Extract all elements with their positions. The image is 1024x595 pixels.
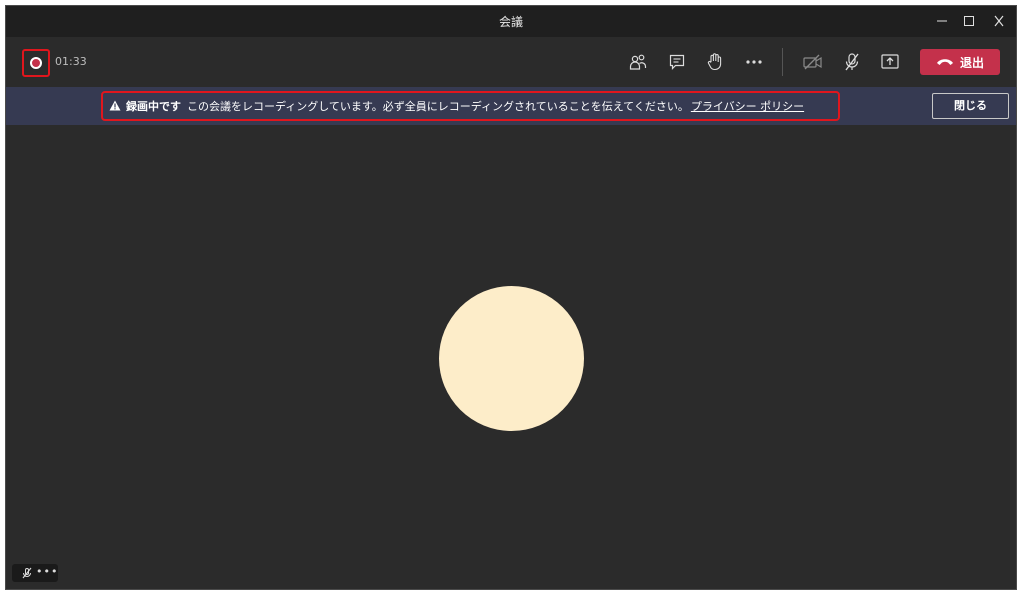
banner-message: 録画中です この会議をレコーディングしています。必ず全員にレコーディングされている… bbox=[109, 98, 804, 114]
self-video-tile[interactable]: ••• bbox=[12, 564, 58, 582]
window-title: 会議 bbox=[498, 15, 523, 29]
hang-up-icon bbox=[937, 59, 953, 65]
recording-label: 録画中です bbox=[126, 100, 181, 113]
participants-icon[interactable] bbox=[626, 50, 650, 74]
toolbar-divider bbox=[782, 48, 783, 76]
chat-icon[interactable] bbox=[665, 50, 689, 74]
recording-message: この会議をレコーディングしています。必ず全員にレコーディングされていることを伝え… bbox=[187, 100, 689, 113]
minimize-icon[interactable] bbox=[931, 11, 953, 31]
mic-off-icon bbox=[22, 567, 32, 579]
participant-avatar bbox=[439, 286, 584, 431]
recording-indicator bbox=[22, 49, 50, 77]
meeting-window: 会議 01:33 退出 録画中です この会議をレコーディングしています。必ず全員… bbox=[5, 5, 1017, 590]
mic-off-icon[interactable] bbox=[840, 50, 864, 74]
raise-hand-icon[interactable] bbox=[703, 50, 727, 74]
more-options-icon: ••• bbox=[36, 565, 59, 578]
warning-icon bbox=[109, 100, 121, 114]
camera-off-icon[interactable] bbox=[801, 50, 825, 74]
meeting-timer: 01:33 bbox=[55, 55, 87, 68]
privacy-policy-link[interactable]: プライバシー ポリシー bbox=[691, 100, 804, 113]
leave-label: 退出 bbox=[960, 56, 985, 70]
recording-icon bbox=[30, 57, 42, 69]
leave-button[interactable]: 退出 bbox=[920, 49, 1000, 75]
close-icon[interactable] bbox=[988, 11, 1010, 31]
close-banner-button[interactable]: 閉じる bbox=[932, 93, 1009, 119]
maximize-icon[interactable] bbox=[958, 11, 980, 31]
title-bar: 会議 bbox=[6, 6, 1016, 37]
share-screen-icon[interactable] bbox=[878, 50, 902, 74]
recording-banner: 録画中です この会議をレコーディングしています。必ず全員にレコーディングされている… bbox=[6, 87, 1016, 125]
more-options-icon[interactable] bbox=[742, 50, 766, 74]
meeting-toolbar: 01:33 退出 bbox=[6, 37, 1016, 87]
